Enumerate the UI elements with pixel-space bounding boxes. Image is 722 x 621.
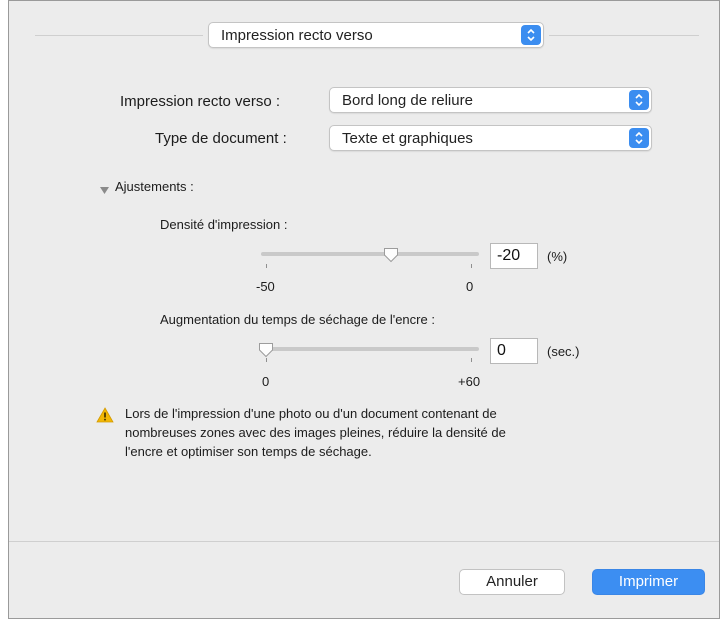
header-divider-left [35, 35, 203, 36]
density-tick-max [471, 264, 472, 268]
density-unit: (%) [547, 249, 568, 264]
print-dialog: Impression recto verso Impression recto … [8, 0, 720, 619]
density-slider-track[interactable] [261, 252, 479, 256]
popup-stepper-icon [629, 128, 649, 148]
doc-type-label: Type de document : [155, 130, 287, 147]
warning-text-line-3: l'encre et optimiser son temps de séchag… [125, 444, 372, 459]
density-value: -20 [497, 247, 521, 264]
density-max-label: 0 [466, 279, 474, 294]
dry-time-max-label: +60 [458, 374, 481, 389]
cancel-button[interactable]: Annuler [459, 569, 565, 595]
print-button[interactable]: Imprimer [592, 569, 705, 595]
duplex-select-value: Bord long de reliure [342, 92, 473, 109]
doc-type-select-value: Texte et graphiques [342, 130, 473, 147]
warning-text-line-2: nombreuses zones avec des images pleines… [125, 425, 506, 440]
density-min-label: -50 [256, 279, 275, 294]
density-tick-min [266, 264, 267, 268]
dry-time-label: Augmentation du temps de séchage de l'en… [160, 312, 435, 327]
dry-time-value-field[interactable]: 0 [490, 338, 538, 364]
density-value-field[interactable]: -20 [490, 243, 538, 269]
panel-popup[interactable]: Impression recto verso [208, 22, 544, 48]
dry-time-min-label: 0 [262, 374, 270, 389]
duplex-select[interactable]: Bord long de reliure [329, 87, 652, 113]
density-slider-thumb[interactable] [383, 247, 399, 268]
density-label: Densité d'impression : [160, 217, 288, 232]
doc-type-select[interactable]: Texte et graphiques [329, 125, 652, 151]
warning-text-line-1: Lors de l'impression d'une photo ou d'un… [125, 406, 497, 421]
disclosure-triangle-icon[interactable] [100, 182, 109, 200]
dry-time-slider-track[interactable] [261, 347, 479, 351]
dry-time-value: 0 [497, 342, 506, 359]
warning-triangle-icon [96, 407, 114, 428]
dry-time-unit: (sec.) [547, 344, 580, 359]
popup-stepper-icon [521, 25, 541, 45]
header-divider-right [549, 35, 699, 36]
duplex-label: Impression recto verso : [120, 93, 281, 110]
popup-stepper-icon [629, 90, 649, 110]
panel-popup-value: Impression recto verso [221, 27, 373, 44]
dry-time-slider-thumb[interactable] [258, 342, 274, 363]
adjustments-label: Ajustements : [115, 179, 194, 194]
dry-time-tick-max [471, 358, 472, 362]
footer-divider [9, 541, 719, 542]
